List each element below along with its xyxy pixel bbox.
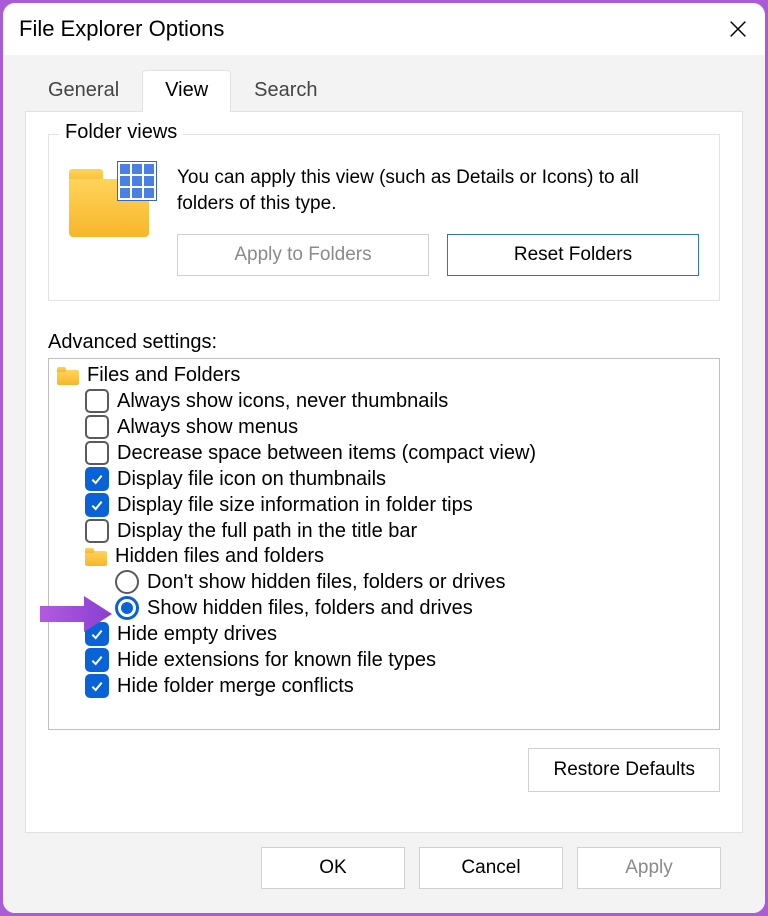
advanced-settings-tree[interactable]: Files and Folders Always show icons, nev… xyxy=(48,358,720,730)
setting-label: Display file size information in folder … xyxy=(117,494,473,517)
tree-group-files-and-folders: Files and Folders xyxy=(53,363,719,388)
advanced-settings-label: Advanced settings: xyxy=(48,331,720,354)
setting-label: Display the full path in the title bar xyxy=(117,520,417,543)
folder-icon xyxy=(85,548,107,566)
setting-always-icons[interactable]: Always show icons, never thumbnails xyxy=(53,388,719,414)
setting-label: Hide extensions for known file types xyxy=(117,649,436,672)
setting-size-tips[interactable]: Display file size information in folder … xyxy=(53,492,719,518)
setting-label: Don't show hidden files, folders or driv… xyxy=(147,571,505,594)
file-explorer-options-window: File Explorer Options General View Searc… xyxy=(3,3,765,913)
setting-label: Show hidden files, folders and drives xyxy=(147,597,473,620)
checkbox[interactable] xyxy=(85,648,109,672)
dialog-footer: OK Cancel Apply xyxy=(25,833,743,897)
ok-button[interactable]: OK xyxy=(261,847,405,889)
folder-icon xyxy=(69,165,153,237)
checkbox[interactable] xyxy=(85,415,109,439)
apply-button: Apply xyxy=(577,847,721,889)
checkbox[interactable] xyxy=(85,622,109,646)
setting-label: Always show icons, never thumbnails xyxy=(117,390,448,413)
radio[interactable] xyxy=(115,570,139,594)
setting-label: Hide folder merge conflicts xyxy=(117,675,354,698)
checkbox[interactable] xyxy=(85,493,109,517)
setting-label: Hide empty drives xyxy=(117,623,277,646)
tree-group-label: Hidden files and folders xyxy=(115,545,324,568)
radio[interactable] xyxy=(115,596,139,620)
radio-dont-show-hidden[interactable]: Don't show hidden files, folders or driv… xyxy=(53,569,719,595)
setting-hide-empty-drives[interactable]: Hide empty drives xyxy=(53,621,719,647)
checkbox[interactable] xyxy=(85,467,109,491)
checkbox[interactable] xyxy=(85,441,109,465)
setting-file-icon-thumb[interactable]: Display file icon on thumbnails xyxy=(53,466,719,492)
tabpanel-view: Folder views You can apply this view (su… xyxy=(25,111,743,833)
close-icon[interactable] xyxy=(727,18,749,40)
checkbox[interactable] xyxy=(85,389,109,413)
setting-hide-extensions[interactable]: Hide extensions for known file types xyxy=(53,647,719,673)
setting-label: Always show menus xyxy=(117,416,298,439)
setting-full-path[interactable]: Display the full path in the title bar xyxy=(53,518,719,544)
titlebar: File Explorer Options xyxy=(3,3,765,55)
tree-group-label: Files and Folders xyxy=(87,364,240,387)
tab-search[interactable]: Search xyxy=(231,70,340,112)
apply-to-folders-button: Apply to Folders xyxy=(177,234,429,276)
restore-defaults-button[interactable]: Restore Defaults xyxy=(528,748,720,792)
radio-show-hidden[interactable]: Show hidden files, folders and drives xyxy=(53,595,719,621)
folder-views-legend: Folder views xyxy=(59,121,183,144)
setting-always-menus[interactable]: Always show menus xyxy=(53,414,719,440)
tab-view[interactable]: View xyxy=(142,70,231,112)
tree-group-hidden: Hidden files and folders xyxy=(53,544,719,569)
folder-views-desc: You can apply this view (such as Details… xyxy=(177,165,699,216)
window-title: File Explorer Options xyxy=(19,16,224,42)
checkbox[interactable] xyxy=(85,674,109,698)
setting-hide-merge-conflicts[interactable]: Hide folder merge conflicts xyxy=(53,673,719,699)
setting-label: Display file icon on thumbnails xyxy=(117,468,386,491)
setting-label: Decrease space between items (compact vi… xyxy=(117,442,536,465)
setting-compact-view[interactable]: Decrease space between items (compact vi… xyxy=(53,440,719,466)
tab-general[interactable]: General xyxy=(25,70,142,112)
tab-strip: General View Search xyxy=(25,69,743,111)
reset-folders-button[interactable]: Reset Folders xyxy=(447,234,699,276)
folder-views-group: Folder views You can apply this view (su… xyxy=(48,134,720,301)
dialog-body: General View Search Folder views You can… xyxy=(3,55,765,913)
checkbox[interactable] xyxy=(85,519,109,543)
cancel-button[interactable]: Cancel xyxy=(419,847,563,889)
folder-icon xyxy=(57,367,79,385)
